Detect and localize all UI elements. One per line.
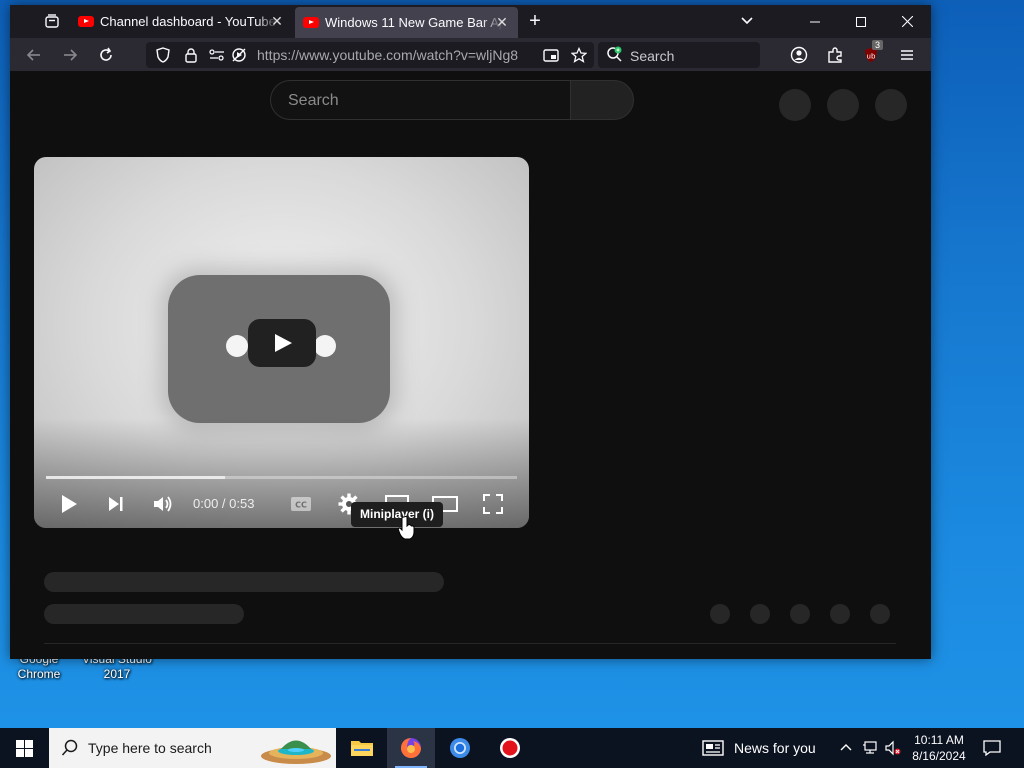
- youtube-page: Search 0:00 / 0:53 CC Miniplayer (i): [10, 71, 931, 659]
- hamburger-menu-icon[interactable]: [898, 46, 916, 64]
- tab-close-icon[interactable]: ✕: [494, 14, 510, 30]
- permissions-icon[interactable]: [208, 46, 226, 64]
- hand-cursor-icon: [397, 516, 416, 545]
- tab-title: Channel dashboard - YouTube Studio: [100, 14, 278, 29]
- record-icon: [500, 738, 520, 758]
- taskbar-chrome[interactable]: [436, 728, 484, 768]
- extension-badge: 3: [872, 40, 884, 50]
- folder-icon: [351, 741, 373, 756]
- svg-text:ub: ub: [867, 53, 876, 61]
- windows-logo-icon: [15, 739, 33, 757]
- autoplay-blocked-icon[interactable]: [230, 46, 248, 64]
- search-icon: [606, 46, 624, 64]
- network-icon[interactable]: [862, 740, 878, 756]
- bookmark-star-icon[interactable]: [570, 46, 588, 64]
- next-button[interactable]: [103, 491, 129, 517]
- taskbar-file-explorer[interactable]: [338, 728, 386, 768]
- action-skeleton: [870, 604, 890, 624]
- firefox-window: Channel dashboard - YouTube Studio ✕ Win…: [10, 5, 931, 659]
- tab-bar: Channel dashboard - YouTube Studio ✕ Win…: [10, 5, 931, 38]
- youtube-search-button[interactable]: [570, 80, 634, 120]
- lock-icon[interactable]: [182, 46, 200, 64]
- title-skeleton: [44, 572, 444, 592]
- navigation-toolbar: https://www.youtube.com/watch?v=wljNg8 S…: [10, 38, 931, 71]
- progress-buffered: [46, 476, 225, 479]
- tab-list-icon[interactable]: [43, 12, 61, 30]
- picture-in-picture-icon[interactable]: [542, 46, 560, 64]
- tab-title: Windows 11 New Game Bar App: [325, 15, 503, 30]
- clock-date: 8/16/2024: [912, 749, 966, 763]
- taskbar-firefox[interactable]: [387, 728, 435, 768]
- taskbar-search-placeholder: Type here to search: [88, 740, 212, 756]
- thumbnail-dot: [226, 335, 248, 357]
- avatar-placeholder: [779, 89, 811, 121]
- youtube-favicon-icon: [78, 16, 94, 27]
- fullscreen-button[interactable]: [480, 491, 506, 517]
- action-skeleton: [790, 604, 810, 624]
- chromium-icon: [450, 738, 470, 758]
- svg-text:CC: CC: [295, 501, 307, 510]
- large-play-button[interactable]: [248, 319, 316, 367]
- notifications-icon[interactable]: [983, 739, 1001, 757]
- action-skeleton: [710, 604, 730, 624]
- reload-icon[interactable]: [97, 46, 115, 64]
- thumbnail-dot: [314, 335, 336, 357]
- search-highlight-icon: [259, 732, 333, 768]
- clock-time: 10:11 AM: [914, 733, 964, 747]
- clock[interactable]: 10:11 AM 8/16/2024: [907, 732, 971, 764]
- avatar-placeholder: [827, 89, 859, 121]
- close-window-button[interactable]: [884, 5, 930, 38]
- url-text: https://www.youtube.com/watch?v=wljNg8: [257, 47, 519, 63]
- taskbar-recorder[interactable]: [486, 728, 534, 768]
- search-bar-placeholder: Search: [630, 48, 675, 64]
- chevron-up-icon[interactable]: [838, 740, 854, 756]
- divider: [44, 643, 896, 644]
- news-icon: [702, 740, 724, 756]
- play-button[interactable]: [56, 491, 82, 517]
- search-bar[interactable]: Search: [598, 42, 760, 68]
- youtube-favicon-icon: [303, 17, 319, 28]
- youtube-search-placeholder: Search: [288, 92, 339, 109]
- search-icon: [61, 739, 79, 762]
- taskbar: Type here to search News for you 10:11 A…: [0, 728, 1024, 768]
- url-bar[interactable]: https://www.youtube.com/watch?v=wljNg8: [146, 42, 594, 68]
- taskbar-search-box[interactable]: Type here to search: [49, 728, 336, 768]
- extensions-icon[interactable]: [826, 46, 844, 64]
- subtitle-skeleton: [44, 604, 244, 624]
- maximize-button[interactable]: [838, 5, 884, 38]
- volume-icon[interactable]: [150, 491, 176, 517]
- news-label: News for you: [734, 740, 816, 756]
- action-skeleton: [830, 604, 850, 624]
- youtube-search-input[interactable]: Search: [270, 80, 570, 120]
- tab-windows-11-game-bar[interactable]: Windows 11 New Game Bar App ✕: [295, 7, 518, 38]
- subtitles-icon[interactable]: CC: [288, 491, 314, 517]
- back-arrow-icon[interactable]: [25, 46, 43, 64]
- forward-arrow-icon[interactable]: [61, 46, 79, 64]
- firefox-icon: [401, 738, 421, 758]
- tab-close-icon[interactable]: ✕: [269, 13, 285, 29]
- account-icon[interactable]: [790, 46, 808, 64]
- shield-icon[interactable]: [154, 46, 172, 64]
- news-widget[interactable]: News for you: [702, 728, 816, 768]
- minimize-button[interactable]: [792, 5, 838, 38]
- new-tab-icon[interactable]: +: [526, 10, 544, 32]
- tab-channel-dashboard[interactable]: Channel dashboard - YouTube Studio ✕: [70, 5, 293, 38]
- time-display: 0:00 / 0:53: [193, 496, 255, 511]
- action-skeleton: [750, 604, 770, 624]
- chevron-down-icon[interactable]: [738, 12, 756, 30]
- ublock-origin-icon[interactable]: ub 3: [862, 40, 884, 64]
- start-button[interactable]: [0, 728, 48, 768]
- video-player[interactable]: 0:00 / 0:53 CC: [34, 157, 529, 528]
- miniplayer-tooltip: Miniplayer (i): [351, 502, 444, 527]
- volume-muted-icon[interactable]: [885, 740, 901, 756]
- avatar-placeholder: [875, 89, 907, 121]
